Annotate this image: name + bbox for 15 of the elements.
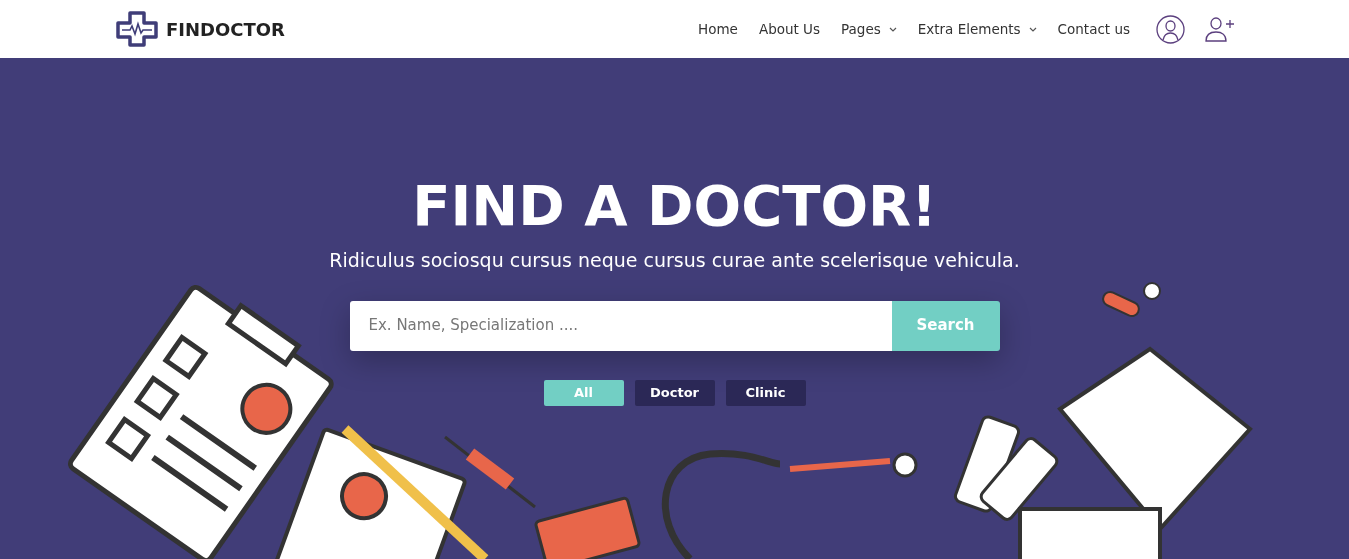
nav-link[interactable]: Home bbox=[698, 18, 738, 40]
hero-subtitle: Ridiculus sociosqu cursus neque cursus curae ante scelerisque vehicula. bbox=[329, 248, 1020, 273]
user-profile-icon[interactable] bbox=[1156, 14, 1185, 44]
add-user-icon[interactable] bbox=[1205, 16, 1235, 42]
nav-link[interactable]: Pages bbox=[841, 18, 897, 40]
filter-tab[interactable]: Clinic bbox=[725, 379, 806, 406]
capsule-drawing bbox=[1099, 282, 1161, 320]
medical-cross-logo-icon bbox=[116, 11, 158, 47]
nav-link[interactable]: Extra Elements bbox=[917, 18, 1037, 40]
brand-name: FINDOCTOR bbox=[166, 17, 285, 42]
hero-title: FIND A DOCTOR! bbox=[412, 178, 937, 234]
nav-link[interactable]: About Us bbox=[758, 18, 820, 40]
filter-tab[interactable]: Doctor bbox=[634, 379, 715, 406]
search-field[interactable]: Ex. Name, Specialization .... bbox=[349, 300, 892, 351]
nav-link[interactable]: Contact us bbox=[1057, 18, 1130, 40]
